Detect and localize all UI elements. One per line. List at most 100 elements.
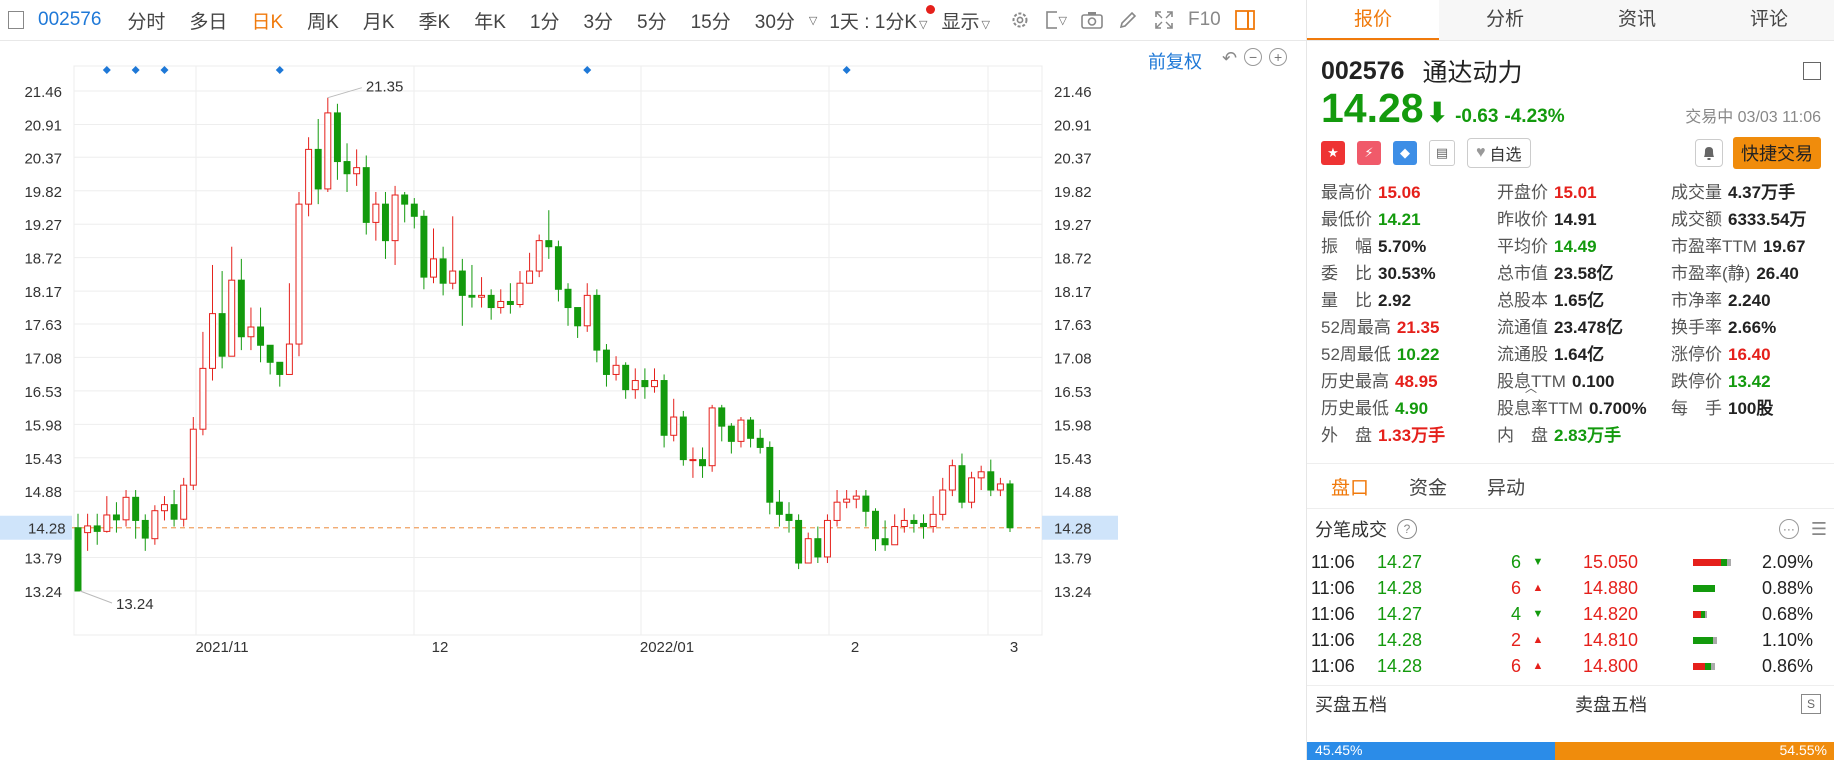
x-tick-label: 2 xyxy=(851,639,859,656)
stat-value: 1.33万手 xyxy=(1378,426,1446,445)
pencil-icon[interactable] xyxy=(1117,9,1139,31)
stat-item: 开盘价 15.01 xyxy=(1497,179,1671,206)
y-tick-label-right: 20.37 xyxy=(1054,150,1092,167)
stat-item: 成交额 6333.54万 xyxy=(1671,206,1821,233)
y-tick-label-left: 17.63 xyxy=(24,317,62,334)
more-icon[interactable]: ··· xyxy=(1778,519,1799,539)
kline-chart[interactable]: 21.46 21.46 20.91 20.91 20.37 20.37 19.82 19.82… xyxy=(0,40,1306,760)
chevron-down-icon[interactable]: ▽ xyxy=(809,14,817,27)
period-daily-k[interactable]: 日K xyxy=(239,7,295,34)
stat-value: 10.22 xyxy=(1396,345,1440,364)
zoom-out-icon[interactable]: − xyxy=(1244,48,1263,66)
tab-news[interactable]: 资讯 xyxy=(1571,0,1703,40)
camera-icon[interactable] xyxy=(1081,9,1103,31)
sidebar-toggle-icon[interactable] xyxy=(8,11,24,29)
stat-label: 市盈率TTM xyxy=(1671,237,1757,256)
undo-icon[interactable]: ↶ xyxy=(1222,48,1237,69)
candle-body xyxy=(564,288,572,309)
draw-rect-icon[interactable]: ▽ xyxy=(1045,9,1067,31)
tick-volume: 6 xyxy=(1510,577,1521,598)
fullscreen-icon[interactable] xyxy=(1153,9,1175,31)
list-icon[interactable]: ☰ xyxy=(1811,519,1827,540)
display-menu[interactable]: 显示 ▽ xyxy=(939,7,1001,34)
menu-icon[interactable] xyxy=(1803,62,1821,80)
help-icon[interactable]: ? xyxy=(1397,519,1417,539)
add-watchlist-button[interactable]: ♥ 自选 xyxy=(1467,138,1531,168)
period-5min[interactable]: 5分 xyxy=(625,7,679,34)
stat-label: 量 比 xyxy=(1321,291,1372,310)
stat-value: 4.37万手 xyxy=(1728,183,1796,202)
kline-chart-area[interactable]: 21.46 21.46 20.91 20.91 20.37 20.37 19.82 19.82… xyxy=(0,40,1306,760)
tick-row: 11:06 14.27 6 ▼ 15.050 2.09% xyxy=(1307,549,1834,575)
sell-five-label: 卖盘五档 xyxy=(1575,695,1647,715)
tab-movement[interactable]: 异动 xyxy=(1487,473,1525,500)
arrow-up-icon: ▲ xyxy=(1532,634,1544,646)
tab-comments[interactable]: 评论 xyxy=(1703,0,1834,40)
stat-label: 成交量 xyxy=(1671,183,1722,202)
tick-time: 11:06 xyxy=(1311,655,1355,676)
candle-body xyxy=(852,495,860,500)
stat-label: 委 比 xyxy=(1321,264,1372,283)
period-intraday[interactable]: 分时 xyxy=(115,7,177,34)
stat-label: 历史最高 xyxy=(1321,372,1389,391)
period-1min[interactable]: 1分 xyxy=(518,7,572,34)
tab-quote[interactable]: 报价 xyxy=(1307,0,1439,40)
stat-label: 平均价 xyxy=(1497,237,1548,256)
period-30min[interactable]: 30分 xyxy=(743,7,807,34)
adjust-mode-button[interactable]: 前复权 xyxy=(1148,48,1202,74)
bell-icon[interactable] xyxy=(1695,139,1723,167)
stat-value: 15.06 xyxy=(1378,183,1421,202)
document-icon[interactable]: ▤ xyxy=(1429,140,1455,166)
period-15min[interactable]: 15分 xyxy=(679,7,743,34)
lightning-icon[interactable]: ⚡ xyxy=(1357,141,1381,165)
candle-body xyxy=(478,294,486,298)
stat-value: 1.64亿 xyxy=(1554,345,1605,364)
candle-body xyxy=(545,240,553,248)
period-3min[interactable]: 3分 xyxy=(571,7,625,34)
candle-body xyxy=(314,148,322,190)
y-tick-label-right: 17.63 xyxy=(1054,317,1092,334)
candle-body xyxy=(622,364,630,391)
gear-icon[interactable] xyxy=(1009,9,1031,31)
candle-body xyxy=(362,167,370,223)
tab-capital[interactable]: 资金 xyxy=(1409,473,1447,500)
stat-value: 0.700% xyxy=(1588,399,1647,418)
period-weekly-k[interactable]: 周K xyxy=(295,7,351,34)
expand-icon[interactable]: S xyxy=(1801,694,1821,714)
tab-orderbook[interactable]: 盘口 xyxy=(1331,473,1369,500)
tick-pct: 0.88% xyxy=(1761,577,1813,598)
candle-body xyxy=(670,416,678,436)
interval-select[interactable]: 1天 : 1分K ▽ xyxy=(817,4,939,34)
interval-select-label: 1天 : 1分K xyxy=(829,11,918,33)
tab-analysis[interactable]: 分析 xyxy=(1439,0,1571,40)
candle-body xyxy=(708,407,716,467)
candle-body xyxy=(295,203,303,345)
candle-body xyxy=(872,510,879,540)
candle-body xyxy=(430,258,437,278)
china-flag-icon[interactable]: ★ xyxy=(1321,141,1345,165)
candle-body xyxy=(939,489,947,515)
candle-body xyxy=(583,294,591,327)
period-yearly-k[interactable]: 年K xyxy=(462,7,518,34)
tick-price: 14.28 xyxy=(1377,577,1423,598)
stat-item: 振 幅 5.70% xyxy=(1321,233,1497,260)
tag-icon[interactable]: ◆ xyxy=(1393,141,1417,165)
panel-toggle-icon[interactable] xyxy=(1234,9,1256,31)
candle-body xyxy=(631,380,639,391)
period-multiday[interactable]: 多日 xyxy=(177,7,239,34)
tick-volume: 2 xyxy=(1510,629,1521,650)
period-monthly-k[interactable]: 月K xyxy=(351,7,407,34)
fast-trade-button[interactable]: 快捷交易 xyxy=(1733,137,1821,169)
f10-button[interactable]: F10 xyxy=(1182,9,1227,31)
candle-body xyxy=(228,279,236,357)
candle-body xyxy=(900,519,908,528)
buy-ratio: 45.45% xyxy=(1307,742,1555,760)
period-quarterly-k[interactable]: 季K xyxy=(407,7,463,34)
stat-label: 外 盘 xyxy=(1321,426,1372,445)
chevron-up-icon[interactable]: ︿ xyxy=(1525,379,1537,396)
candle-body xyxy=(132,496,140,521)
zoom-in-icon[interactable]: + xyxy=(1269,48,1288,66)
event-marker xyxy=(583,66,592,74)
ticks-list: 11:06 14.27 6 ▼ 15.050 2.09% 11:06 14.28 6 ▲ 14.88… xyxy=(1307,549,1834,679)
five-level-header: 买盘五档 卖盘五档 S xyxy=(1307,685,1834,722)
